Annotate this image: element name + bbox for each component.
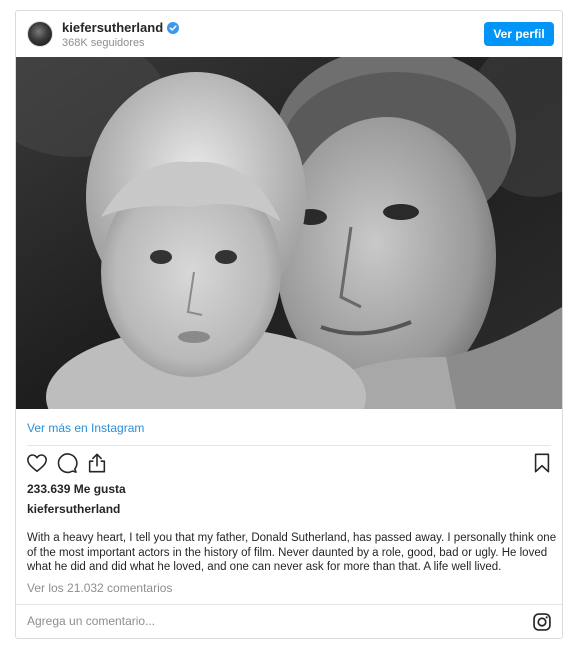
comment-input[interactable]: Agrega un comentario... [27,614,155,628]
comment-bar: Agrega un comentario... [16,604,562,638]
caption-username[interactable]: kiefersutherland [27,502,120,516]
follower-count: 368K seguidores [62,37,145,49]
caption-text: With a heavy heart, I tell you that my f… [27,532,557,573]
action-bar [24,452,554,478]
view-comments-link[interactable]: Ver los 21.032 comentarios [27,581,172,595]
verified-badge-icon [167,21,180,34]
heart-icon[interactable] [26,452,48,474]
view-profile-button[interactable]: Ver perfil [484,22,554,46]
username[interactable]: kiefersutherland [62,20,163,35]
instagram-icon[interactable] [532,612,552,632]
comment-icon[interactable] [56,452,78,474]
post-header: kiefersutherland 368K seguidores Ver per… [16,11,562,57]
photo-image [16,57,562,409]
user-block: kiefersutherland 368K seguidores [62,20,180,49]
share-icon[interactable] [86,452,108,474]
bookmark-icon[interactable] [531,452,553,474]
username-row: kiefersutherland [62,20,180,35]
like-count[interactable]: 233.639 Me gusta [27,482,126,496]
avatar[interactable] [27,21,53,47]
view-more-link[interactable]: Ver más en Instagram [27,421,144,435]
post-photo[interactable] [16,57,562,409]
instagram-embed: kiefersutherland 368K seguidores Ver per… [15,10,563,639]
divider [27,445,551,446]
